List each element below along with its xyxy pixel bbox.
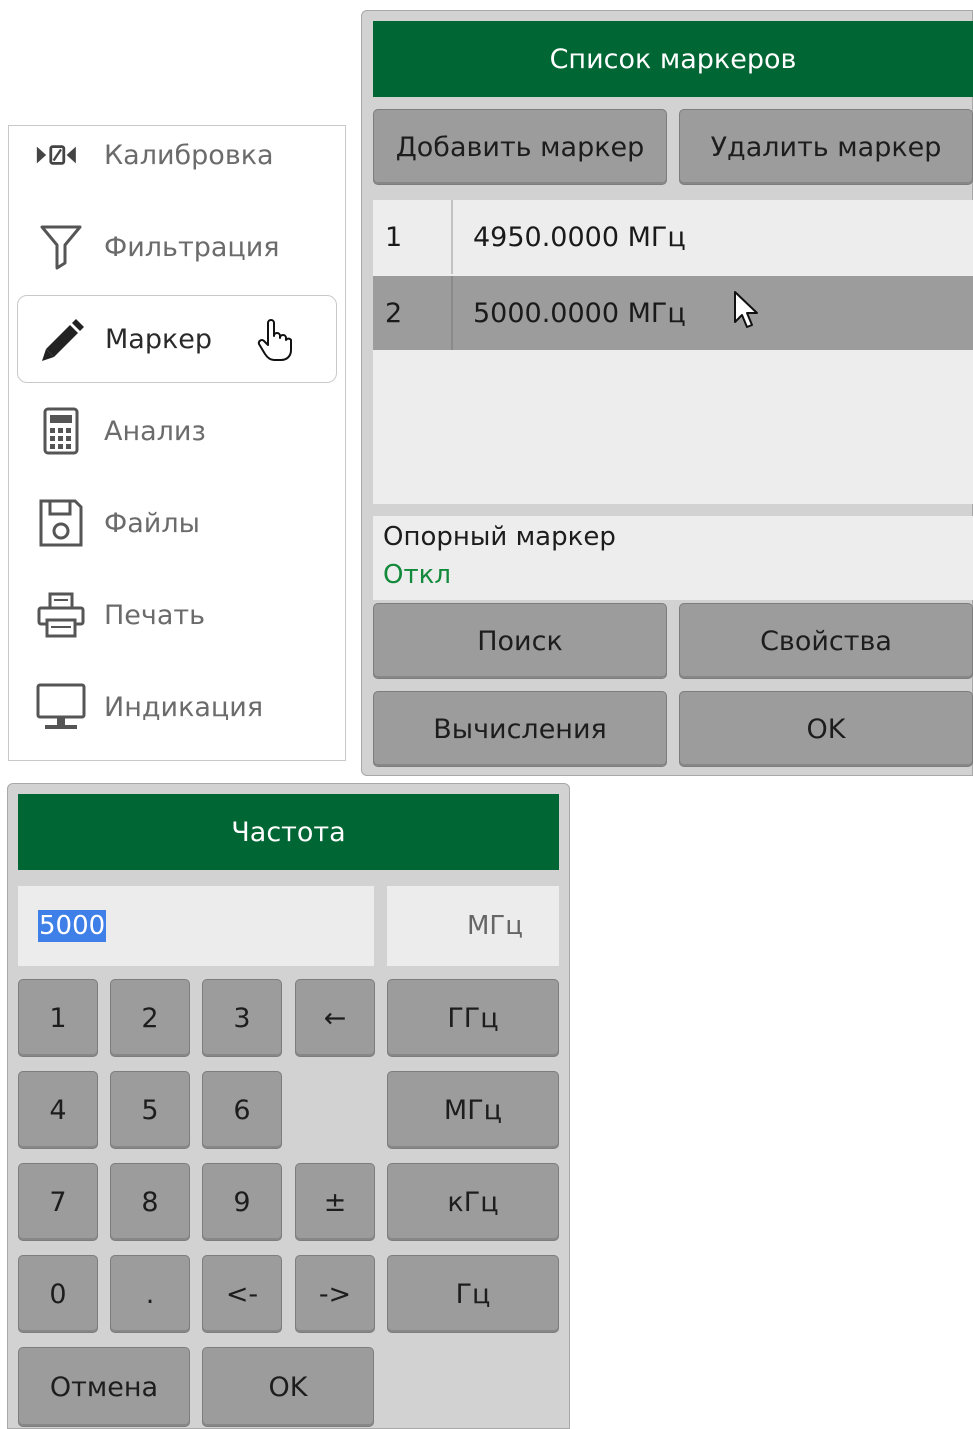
key-7[interactable]: 7 bbox=[18, 1163, 98, 1241]
cursor-right-key[interactable]: -> bbox=[295, 1255, 375, 1333]
menu-label-files: Файлы bbox=[104, 507, 200, 539]
unit-khz-button[interactable]: кГц bbox=[387, 1163, 559, 1241]
frequency-dialog: Частота 5000 МГц 1 2 3 ← ГГц 4 5 6 МГц 7… bbox=[7, 783, 570, 1429]
monitor-icon bbox=[35, 681, 87, 733]
hand-cursor-icon bbox=[256, 318, 294, 362]
unit-mhz-button[interactable]: МГц bbox=[387, 1071, 559, 1149]
marker-row-selected[interactable]: 2 5000.0000 МГц bbox=[373, 276, 973, 350]
unit-hz-button[interactable]: Гц bbox=[387, 1255, 559, 1333]
arrow-cursor-icon bbox=[733, 290, 759, 337]
decimal-point-key[interactable]: . bbox=[110, 1255, 190, 1333]
marker-frequency: 4950.0000 МГц bbox=[473, 221, 686, 253]
backspace-key[interactable]: ← bbox=[295, 979, 375, 1057]
side-menu: Калибровка Фильтрация Маркер Анализ Файл… bbox=[8, 125, 346, 761]
menu-item-analysis[interactable]: Анализ bbox=[9, 387, 345, 475]
menu-label-analysis: Анализ bbox=[104, 415, 206, 447]
pencil-icon bbox=[36, 313, 88, 365]
plus-minus-key[interactable]: ± bbox=[295, 1163, 375, 1241]
menu-item-calibration[interactable]: Калибровка bbox=[9, 111, 345, 199]
menu-label-filter: Фильтрация bbox=[104, 231, 280, 263]
key-3[interactable]: 3 bbox=[202, 979, 282, 1057]
reference-marker-value: Откл bbox=[383, 560, 451, 590]
menu-label-print: Печать bbox=[104, 599, 206, 631]
frequency-input-value: 5000 bbox=[38, 910, 107, 942]
menu-item-files[interactable]: Файлы bbox=[9, 479, 345, 567]
menu-item-marker[interactable]: Маркер bbox=[17, 295, 337, 383]
search-button[interactable]: Поиск bbox=[373, 603, 667, 679]
frequency-title: Частота bbox=[18, 794, 559, 870]
printer-icon bbox=[35, 589, 87, 641]
menu-label-marker: Маркер bbox=[105, 323, 213, 355]
marker-frequency: 5000.0000 МГц bbox=[473, 297, 686, 329]
menu-item-display[interactable]: Индикация bbox=[9, 663, 345, 751]
unit-display: МГц bbox=[387, 886, 559, 966]
cancel-button[interactable]: Отмена bbox=[18, 1347, 190, 1427]
reference-marker-field[interactable]: Опорный маркер Откл bbox=[373, 516, 973, 600]
key-1[interactable]: 1 bbox=[18, 979, 98, 1057]
calculator-icon bbox=[35, 405, 87, 457]
frequency-input[interactable]: 5000 bbox=[18, 886, 374, 966]
cursor-left-key[interactable]: <- bbox=[202, 1255, 282, 1333]
menu-item-filter[interactable]: Фильтрация bbox=[9, 203, 345, 291]
properties-button[interactable]: Свойства bbox=[679, 603, 973, 679]
key-6[interactable]: 6 bbox=[202, 1071, 282, 1149]
marker-list: 1 4950.0000 МГц 2 5000.0000 МГц bbox=[373, 200, 973, 504]
unit-ghz-button[interactable]: ГГц bbox=[387, 979, 559, 1057]
ok-button[interactable]: OK bbox=[679, 691, 973, 767]
key-0[interactable]: 0 bbox=[18, 1255, 98, 1333]
key-2[interactable]: 2 bbox=[110, 979, 190, 1057]
floppy-disk-icon bbox=[35, 497, 87, 549]
key-5[interactable]: 5 bbox=[110, 1071, 190, 1149]
delete-marker-button[interactable]: Удалить маркер bbox=[679, 109, 973, 185]
reference-marker-label: Опорный маркер bbox=[383, 522, 616, 552]
key-9[interactable]: 9 bbox=[202, 1163, 282, 1241]
keypad-ok-button[interactable]: OK bbox=[202, 1347, 374, 1427]
marker-list-dialog: Список маркеров Добавить маркер Удалить … bbox=[361, 10, 973, 776]
dialog-title: Список маркеров bbox=[373, 21, 973, 97]
marker-row[interactable]: 1 4950.0000 МГц bbox=[373, 200, 973, 274]
menu-label-display: Индикация bbox=[104, 691, 264, 723]
calibration-icon bbox=[35, 129, 87, 181]
menu-label-calibration: Калибровка bbox=[104, 139, 274, 171]
marker-number: 2 bbox=[373, 276, 453, 350]
add-marker-button[interactable]: Добавить маркер bbox=[373, 109, 667, 185]
filter-icon bbox=[35, 221, 87, 273]
marker-number: 1 bbox=[373, 200, 453, 274]
menu-item-print[interactable]: Печать bbox=[9, 571, 345, 659]
key-4[interactable]: 4 bbox=[18, 1071, 98, 1149]
calculations-button[interactable]: Вычисления bbox=[373, 691, 667, 767]
key-8[interactable]: 8 bbox=[110, 1163, 190, 1241]
